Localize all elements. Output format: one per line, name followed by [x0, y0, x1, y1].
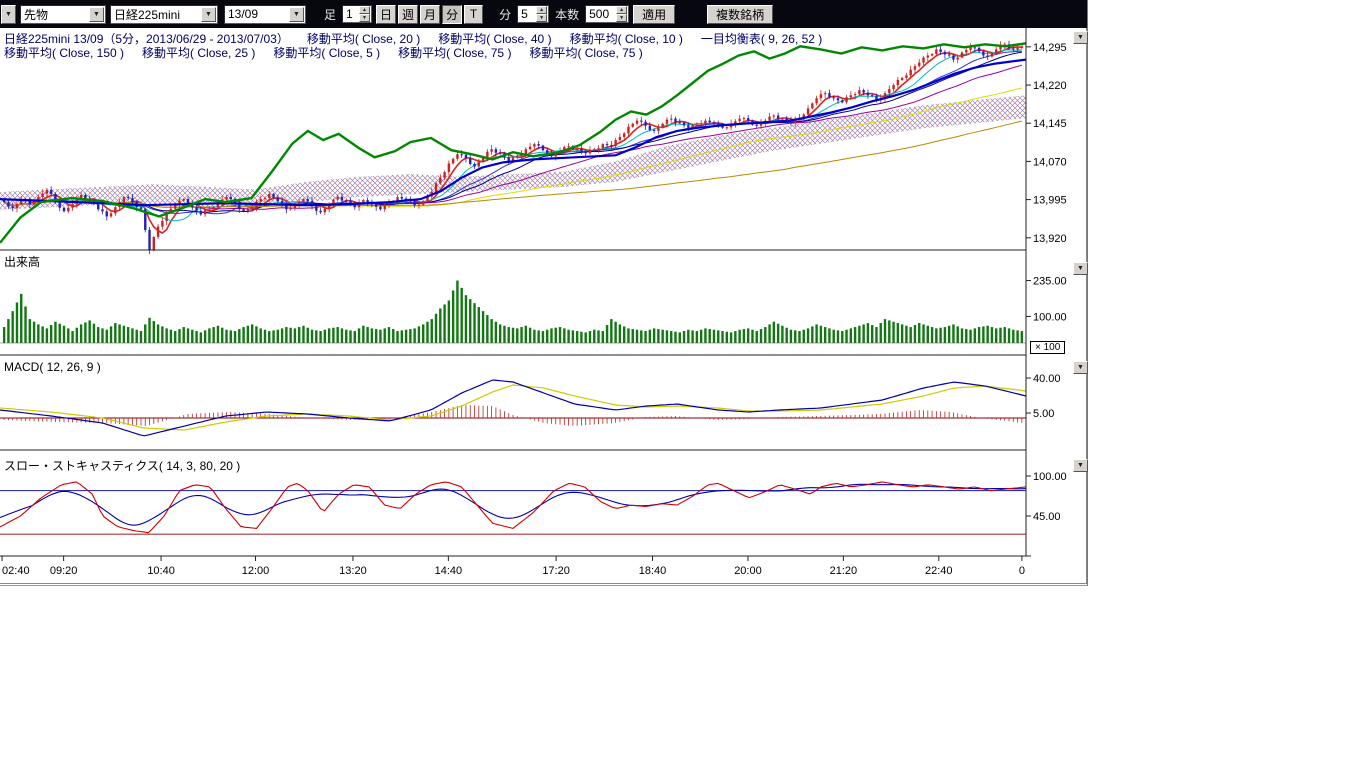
volume-panel-dropdown-button[interactable]: ▼	[1073, 262, 1088, 275]
contract-month-select[interactable]: 13/09 ▼	[224, 5, 306, 24]
chevron-down-icon: ▼	[1077, 364, 1084, 371]
macd-panel-dropdown-button[interactable]: ▼	[1073, 361, 1088, 374]
chart-legend-line2: 移動平均( Close, 150 ) 移動平均( Close, 25 ) 移動平均(…	[4, 44, 661, 61]
axis-tick-label: 14,145	[1033, 118, 1067, 130]
multi-symbol-button[interactable]: 複数銘柄	[707, 5, 773, 24]
time-axis-label: 18:40	[639, 565, 667, 577]
count-value: 500	[586, 7, 616, 21]
count-label: 本数	[553, 6, 581, 23]
axis-tick-label: 100.00	[1033, 311, 1067, 323]
spinner[interactable]: ▲▼	[536, 6, 547, 22]
spin-up-icon[interactable]: ▲	[536, 6, 547, 14]
collapsed-combo-button[interactable]: ▼	[1, 5, 16, 24]
instrument-select[interactable]: 日経225mini ▼	[110, 5, 218, 24]
legend-entry: 一目均衡表( 9, 26, 52 )	[701, 32, 822, 46]
axis-tick-label: 13,920	[1033, 233, 1067, 245]
bar-count-value: 1	[343, 7, 359, 21]
instrument-type-select[interactable]: 先物 ▼	[20, 5, 106, 24]
time-axis-label: 22:40	[925, 565, 953, 577]
volume-multiplier-badge: × 100	[1030, 341, 1065, 354]
time-axis-label: 12:00	[242, 565, 270, 577]
axis-tick-label: 40.00	[1033, 373, 1061, 385]
period-button-group: 日週月分T	[376, 5, 483, 24]
time-axis-label: 09:20	[50, 565, 78, 577]
axis-tick-label: 5.00	[1033, 408, 1054, 420]
axis-tick-label: 14,070	[1033, 156, 1067, 168]
count-input[interactable]: 500 ▲▼	[585, 5, 629, 23]
axis-tick-label: 100.00	[1033, 471, 1067, 483]
bar-count-input[interactable]: 1 ▲▼	[342, 5, 372, 23]
minute-label: 分	[497, 6, 513, 23]
legend-entry: 移動平均( Close, 75 )	[529, 46, 642, 60]
chart-canvas[interactable]: 14,295 14,220 14,145 14,070 13,995 13,920 235.…	[0, 28, 1087, 586]
chevron-down-icon: ▼	[1077, 462, 1084, 469]
period-button-3[interactable]: 分	[442, 5, 462, 24]
chevron-down-icon: ▼	[5, 11, 12, 18]
spin-up-icon[interactable]: ▲	[616, 6, 627, 14]
spin-down-icon[interactable]: ▼	[616, 14, 627, 22]
time-axis-label: 0	[1019, 565, 1025, 577]
legend-entry: 移動平均( Close, 25 )	[142, 46, 255, 60]
stochastics-panel-dropdown-button[interactable]: ▼	[1073, 459, 1088, 472]
minute-input[interactable]: 5 ▲▼	[517, 5, 549, 23]
spinner[interactable]: ▲▼	[616, 6, 627, 22]
contract-month-value: 13/09	[225, 7, 261, 21]
instrument-value: 日経225mini	[111, 6, 183, 23]
period-button-4[interactable]: T	[464, 5, 483, 24]
spin-up-icon[interactable]: ▲	[359, 6, 370, 14]
spin-down-icon[interactable]: ▼	[536, 14, 547, 22]
chevron-down-icon: ▼	[1077, 265, 1084, 272]
chevron-down-icon[interactable]: ▼	[89, 7, 104, 22]
stochastics-panel-title: スロー・ストキャスティクス( 14, 3, 80, 20 )	[4, 457, 240, 474]
chevron-down-icon: ▼	[1077, 34, 1084, 41]
time-axis-label: 17:20	[542, 565, 570, 577]
chart-app-window: ▼ 先物 ▼ 日経225mini ▼ 13/09 ▼ 足 1 ▲▼ 日週月分T …	[0, 0, 1088, 586]
apply-button[interactable]: 適用	[633, 5, 675, 24]
chevron-down-icon[interactable]: ▼	[289, 7, 304, 22]
volume-panel-title: 出来高	[4, 253, 40, 270]
period-button-0[interactable]: 日	[376, 5, 396, 24]
price-panel-dropdown-button[interactable]: ▼	[1073, 31, 1088, 44]
legend-entry: 移動平均( Close, 5 )	[273, 46, 380, 60]
axis-tick-label: 235.00	[1033, 276, 1067, 288]
chevron-down-icon[interactable]: ▼	[201, 7, 216, 22]
instrument-type-value: 先物	[21, 6, 51, 23]
period-button-2[interactable]: 月	[420, 5, 440, 24]
axis-tick-label: 45.00	[1033, 511, 1061, 523]
axis-tick-label: 14,220	[1033, 80, 1067, 92]
time-axis-label: 02:40	[2, 565, 30, 577]
toolbar: ▼ 先物 ▼ 日経225mini ▼ 13/09 ▼ 足 1 ▲▼ 日週月分T …	[0, 0, 1087, 28]
axis-tick-label: 14,295	[1033, 42, 1067, 54]
time-axis-label: 21:20	[830, 565, 858, 577]
time-axis-label: 10:40	[147, 565, 175, 577]
macd-panel-title: MACD( 12, 26, 9 )	[4, 360, 101, 374]
spinner[interactable]: ▲▼	[359, 6, 370, 22]
minute-value: 5	[518, 7, 536, 21]
axis-tick-label: 13,995	[1033, 195, 1067, 207]
legend-entry: 移動平均( Close, 75 )	[398, 46, 511, 60]
spin-down-icon[interactable]: ▼	[359, 14, 370, 22]
period-button-1[interactable]: 週	[398, 5, 418, 24]
bar-label: 足	[322, 6, 338, 23]
time-axis-label: 20:00	[734, 565, 762, 577]
legend-entry: 移動平均( Close, 150 )	[4, 46, 124, 60]
time-axis-label: 14:40	[435, 565, 463, 577]
time-axis-label: 13:20	[339, 565, 367, 577]
